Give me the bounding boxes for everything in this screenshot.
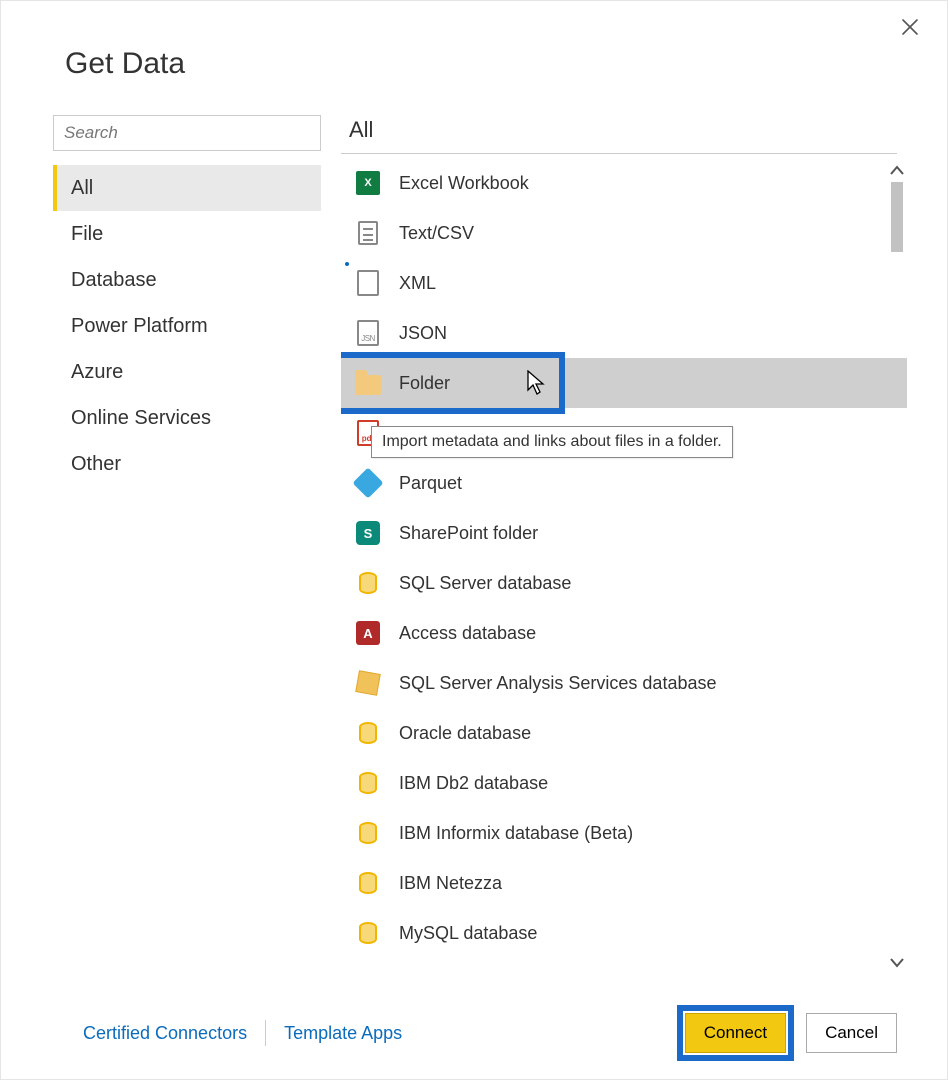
scrollbar-track[interactable] <box>887 182 907 951</box>
connector-list: XExcel WorkbookText/CSVXMLJSNJSONFolderp… <box>341 158 907 958</box>
connector-label: Folder <box>399 373 450 394</box>
template-apps-link[interactable]: Template Apps <box>266 1023 420 1044</box>
scrollbar[interactable] <box>887 158 907 975</box>
connect-button[interactable]: Connect <box>685 1013 786 1053</box>
connector-scroll-area: XExcel WorkbookText/CSVXMLJSNJSONFolderp… <box>341 158 907 975</box>
connector-item-sp-folder[interactable]: S SharePoint folder <box>341 508 907 558</box>
dialog-footer: Certified Connectors Template Apps Conne… <box>41 995 907 1059</box>
dialog-title: Get Data <box>65 47 907 81</box>
connector-label: Access database <box>399 623 536 644</box>
connector-item-sql-server[interactable]: SQL Server database <box>341 558 907 608</box>
connector-tooltip: Import metadata and links about files in… <box>371 426 733 458</box>
category-item-database[interactable]: Database <box>53 257 321 303</box>
category-label: Power Platform <box>71 315 208 338</box>
close-button[interactable] <box>895 17 925 41</box>
connector-item-mysql[interactable]: MySQL database <box>341 908 907 958</box>
scroll-up-button[interactable] <box>887 158 907 182</box>
database-icon <box>355 870 381 896</box>
connector-item-folder[interactable]: Folder <box>341 358 907 408</box>
connector-label: JSON <box>399 323 447 344</box>
json-icon: JSN <box>355 320 381 346</box>
scroll-down-button[interactable] <box>887 951 907 975</box>
category-label: Online Services <box>71 407 211 430</box>
connector-item-ssas[interactable]: SQL Server Analysis Services database <box>341 658 907 708</box>
get-data-dialog: Get Data All File Database Power Platform Az… <box>0 0 948 1080</box>
connector-label: Oracle database <box>399 723 531 744</box>
connector-panel: All X Excel Workbook Text/CSV XML JSN JSON Fol… <box>341 115 907 975</box>
certified-connectors-link[interactable]: Certified Connectors <box>65 1023 265 1044</box>
connector-label: IBM Netezza <box>399 873 502 894</box>
category-item-online-services[interactable]: Online Services <box>53 395 321 441</box>
category-label: All <box>71 177 93 200</box>
connector-item-json[interactable]: JSN JSON <box>341 308 907 358</box>
footer-buttons: Connect Cancel <box>685 1013 897 1053</box>
access-icon: A <box>355 620 381 646</box>
cancel-button[interactable]: Cancel <box>806 1013 897 1053</box>
connector-label: Parquet <box>399 473 462 494</box>
doc-icon <box>355 220 381 246</box>
category-list: All File Database Power Platform Azure Online… <box>53 165 341 487</box>
connector-label: IBM Db2 database <box>399 773 548 794</box>
connector-item-parquet[interactable]: Parquet <box>341 458 907 508</box>
connector-label: MySQL database <box>399 923 537 944</box>
category-panel: All File Database Power Platform Azure Online… <box>41 115 341 975</box>
connector-label: SQL Server Analysis Services database <box>399 673 717 694</box>
scrollbar-thumb[interactable] <box>891 182 903 252</box>
excel-icon: X <box>355 170 381 196</box>
database-icon <box>355 820 381 846</box>
category-item-azure[interactable]: Azure <box>53 349 321 395</box>
xml-icon <box>355 270 381 296</box>
category-item-all[interactable]: All <box>53 165 321 211</box>
category-item-file[interactable]: File <box>53 211 321 257</box>
close-icon <box>901 16 919 41</box>
connector-label: SharePoint folder <box>399 523 538 544</box>
cube-icon <box>355 670 381 696</box>
category-label: Azure <box>71 361 123 384</box>
connector-label: Excel Workbook <box>399 173 529 194</box>
connector-list-header: All <box>341 115 897 154</box>
search-input[interactable] <box>53 115 321 151</box>
sharepoint-icon: S <box>355 520 381 546</box>
dialog-body: All File Database Power Platform Azure Online… <box>41 115 907 975</box>
connector-item-access[interactable]: A Access database <box>341 608 907 658</box>
connector-label: XML <box>399 273 436 294</box>
connector-item-informix[interactable]: IBM Informix database (Beta) <box>341 808 907 858</box>
database-icon <box>355 570 381 596</box>
category-label: Other <box>71 453 121 476</box>
connector-label: IBM Informix database (Beta) <box>399 823 633 844</box>
connector-item-db2[interactable]: IBM Db2 database <box>341 758 907 808</box>
parquet-icon <box>355 470 381 496</box>
database-icon <box>355 720 381 746</box>
folder-icon <box>355 370 381 396</box>
connector-label: SQL Server database <box>399 573 571 594</box>
connector-item-excel[interactable]: X Excel Workbook <box>341 158 907 208</box>
category-label: Database <box>71 269 157 292</box>
category-label: File <box>71 223 103 246</box>
connector-item-oracle[interactable]: Oracle database <box>341 708 907 758</box>
connector-item-netezza[interactable]: IBM Netezza <box>341 858 907 908</box>
category-item-other[interactable]: Other <box>53 441 321 487</box>
connector-item-text-csv[interactable]: Text/CSV <box>341 208 907 258</box>
database-icon <box>355 770 381 796</box>
connector-label: Text/CSV <box>399 223 474 244</box>
database-icon <box>355 920 381 946</box>
connector-item-xml[interactable]: XML <box>341 258 907 308</box>
footer-links: Certified Connectors Template Apps <box>65 1020 420 1046</box>
category-item-power-platform[interactable]: Power Platform <box>53 303 321 349</box>
